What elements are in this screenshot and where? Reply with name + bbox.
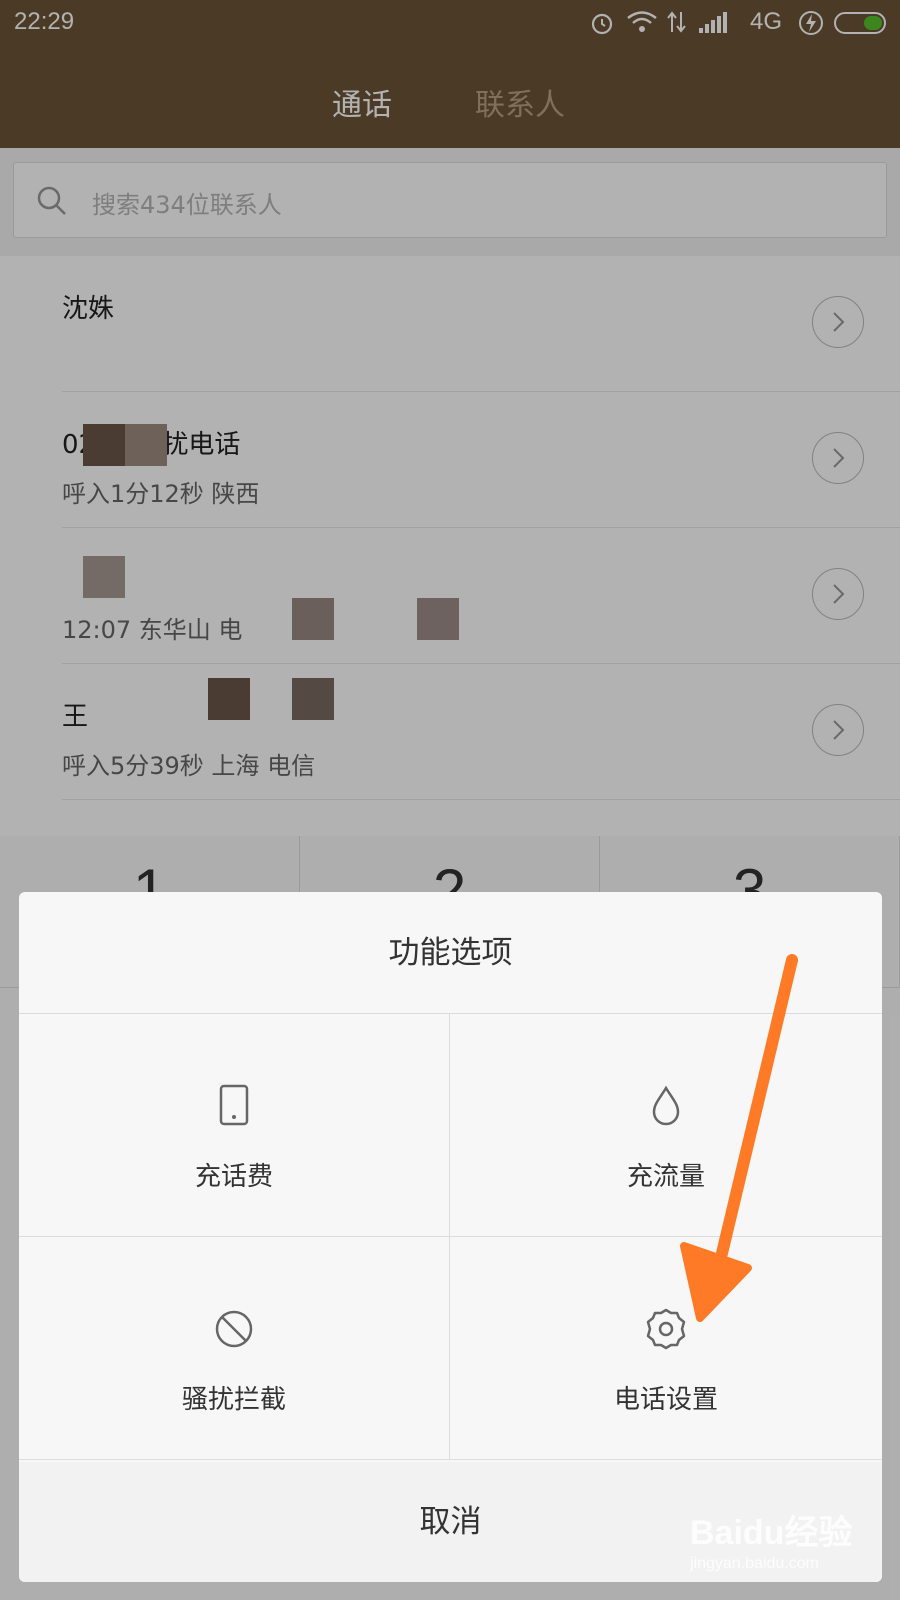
annotation-arrow: [680, 954, 798, 1322]
baidu-watermark: Baidu经验 jingyan.baidu.com: [690, 1505, 890, 1585]
watermark-brand: Baidu经验: [690, 1514, 853, 1552]
watermark-url: jingyan.baidu.com: [690, 1555, 819, 1572]
